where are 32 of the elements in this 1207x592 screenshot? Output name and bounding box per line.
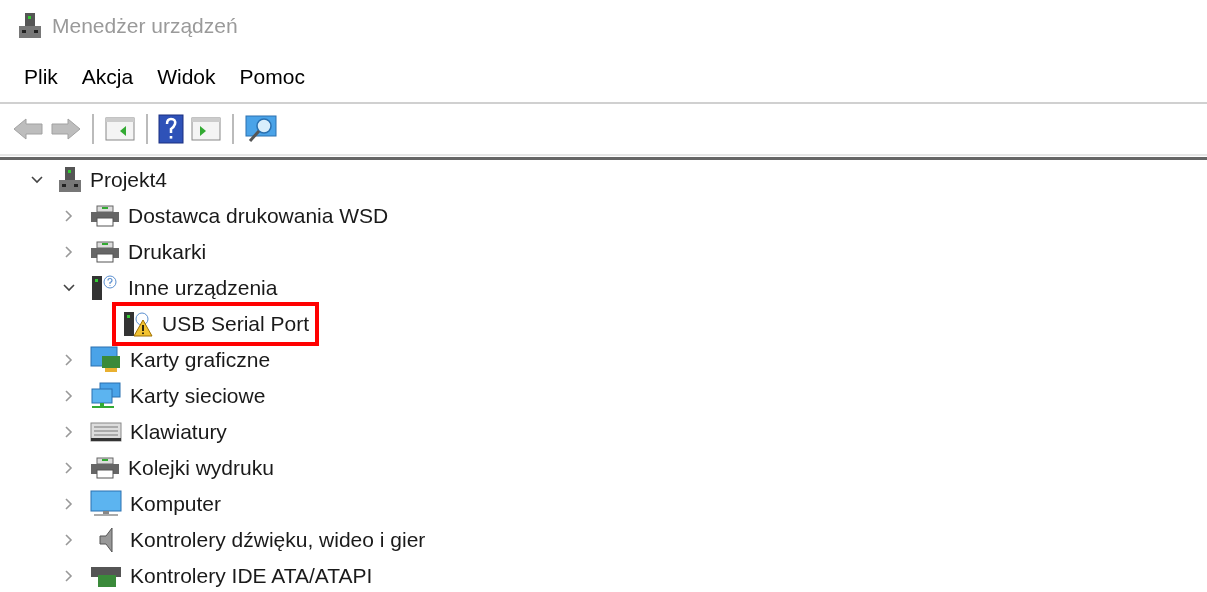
- help-icon[interactable]: [158, 114, 184, 144]
- tree-item[interactable]: Kontrolery IDE ATA/ATAPI: [130, 560, 373, 592]
- tree-item[interactable]: Dostawca drukowania WSD: [128, 200, 389, 232]
- keyboard-icon: [90, 421, 122, 443]
- printer-icon: [90, 456, 120, 480]
- tree-item[interactable]: Kolejki wydruku: [128, 452, 274, 484]
- menu-item[interactable]: Plik: [14, 61, 68, 93]
- monitor-magnifier-icon[interactable]: [244, 114, 278, 144]
- tree-item[interactable]: Kontrolery dźwięku, wideo i gier: [130, 524, 426, 556]
- menu-item[interactable]: Widok: [147, 61, 226, 93]
- tree-item[interactable]: Klawiatury: [130, 416, 227, 448]
- monitor-icon: [90, 490, 122, 518]
- panel-right-icon[interactable]: [190, 115, 222, 143]
- printer-icon: [90, 240, 120, 264]
- tree-item[interactable]: Inne urządzenia: [128, 272, 278, 304]
- tree-item[interactable]: Karty sieciowe: [130, 380, 266, 412]
- tree-item[interactable]: Drukarki: [128, 236, 207, 268]
- panel-left-icon[interactable]: [104, 115, 136, 143]
- tree-item[interactable]: Projekt4: [90, 164, 168, 196]
- menu-item[interactable]: Akcja: [71, 61, 144, 93]
- computer-tower-icon: [18, 13, 42, 39]
- menu-item[interactable]: Pomoc: [229, 61, 315, 93]
- printer-icon: [90, 204, 120, 228]
- tree-item[interactable]: Karty graficzne: [130, 344, 271, 376]
- tree-item[interactable]: USB Serial Port: [162, 308, 310, 340]
- monitor-card-icon: [90, 346, 122, 374]
- device-question-icon: [90, 274, 120, 302]
- window-title: Menedżer urządzeń: [52, 13, 238, 40]
- computer-tower-icon: [58, 167, 82, 193]
- tree-item[interactable]: Komputer: [130, 488, 222, 520]
- network-computers-icon: [90, 382, 122, 410]
- device-warning-icon: [122, 310, 154, 338]
